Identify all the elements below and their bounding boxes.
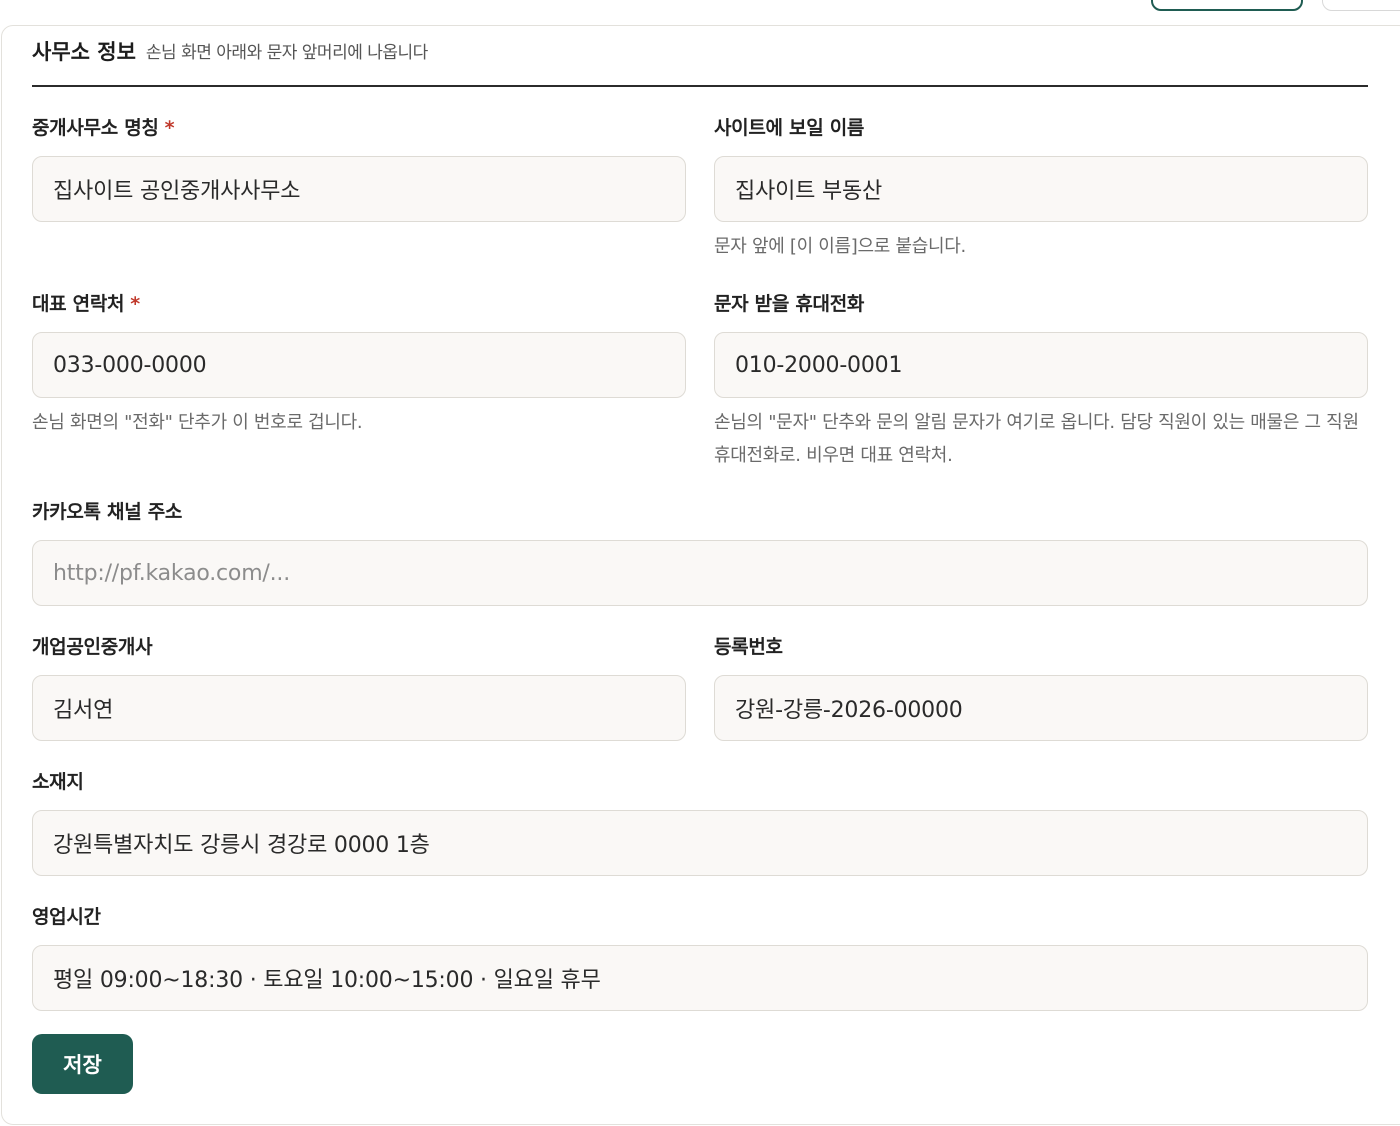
site-name-input[interactable]: 집사이트 부동산	[714, 156, 1368, 222]
hours-input[interactable]: 평일 09:00~18:30 · 토요일 10:00~15:00 · 일요일 휴…	[32, 945, 1368, 1011]
save-button[interactable]: 저장	[32, 1034, 133, 1094]
main-phone-input[interactable]: 033-000-0000	[32, 332, 686, 398]
section-header: 사무소 정보 손님 화면 아래와 문자 앞머리에 나옵니다	[32, 37, 1368, 87]
sms-phone-field: 문자 받을 휴대전화 010-2000-0001 손님의 "문자" 단추와 문의…	[714, 292, 1374, 472]
address-input[interactable]: 강원특별자치도 강릉시 경강로 0000 1층	[32, 810, 1368, 876]
reg-no-label: 등록번호	[714, 636, 783, 658]
main-phone-label: 대표 연락처 *	[32, 293, 140, 315]
sms-phone-help: 손님의 "문자" 단추와 문의 알림 문자가 여기로 옵니다. 담당 직원이 있…	[714, 412, 1359, 466]
broker-label: 개업공인중개사	[32, 636, 153, 658]
address-label: 소재지	[32, 771, 84, 793]
main-phone-field: 대표 연락처 * 033-000-0000 손님 화면의 "전화" 단추가 이 번…	[32, 292, 686, 439]
required-mark: *	[130, 293, 140, 315]
broker-field: 개업공인중개사 김서연	[32, 635, 686, 741]
hours-label: 영업시간	[32, 906, 101, 928]
reg-no-input[interactable]: 강원-강릉-2026-00000	[714, 675, 1368, 741]
toolbar-primary-button[interactable]	[1151, 0, 1303, 11]
office-name-field: 중개사무소 명칭 * 집사이트 공인중개사사무소	[32, 116, 686, 222]
reg-no-field: 등록번호 강원-강릉-2026-00000	[714, 635, 1368, 741]
sms-phone-input[interactable]: 010-2000-0001	[714, 332, 1368, 398]
main-phone-help: 손님 화면의 "전화" 단추가 이 번호로 겁니다.	[32, 412, 363, 433]
kakao-field: 카카오톡 채널 주소 http://pf.kakao.com/...	[32, 500, 1368, 606]
kakao-label: 카카오톡 채널 주소	[32, 501, 183, 523]
sms-phone-label: 문자 받을 휴대전화	[714, 293, 865, 315]
site-name-field: 사이트에 보일 이름 집사이트 부동산 문자 앞에 [이 이름]으로 붙습니다.	[714, 116, 1368, 263]
section-title: 사무소 정보	[32, 40, 136, 64]
section-subtitle: 손님 화면 아래와 문자 앞머리에 나옵니다	[145, 43, 428, 63]
required-mark: *	[164, 117, 175, 139]
office-name-input[interactable]: 집사이트 공인중개사사무소	[32, 156, 686, 222]
top-toolbar	[0, 0, 1400, 26]
hours-field: 영업시간 평일 09:00~18:30 · 토요일 10:00~15:00 · …	[32, 905, 1368, 1011]
broker-input[interactable]: 김서연	[32, 675, 686, 741]
address-field: 소재지 강원특별자치도 강릉시 경강로 0000 1층	[32, 770, 1368, 876]
kakao-input[interactable]: http://pf.kakao.com/...	[32, 540, 1368, 606]
site-name-label: 사이트에 보일 이름	[714, 117, 865, 139]
toolbar-secondary-button[interactable]	[1322, 0, 1400, 11]
office-name-label: 중개사무소 명칭 *	[32, 117, 175, 139]
site-name-help: 문자 앞에 [이 이름]으로 붙습니다.	[714, 236, 966, 257]
